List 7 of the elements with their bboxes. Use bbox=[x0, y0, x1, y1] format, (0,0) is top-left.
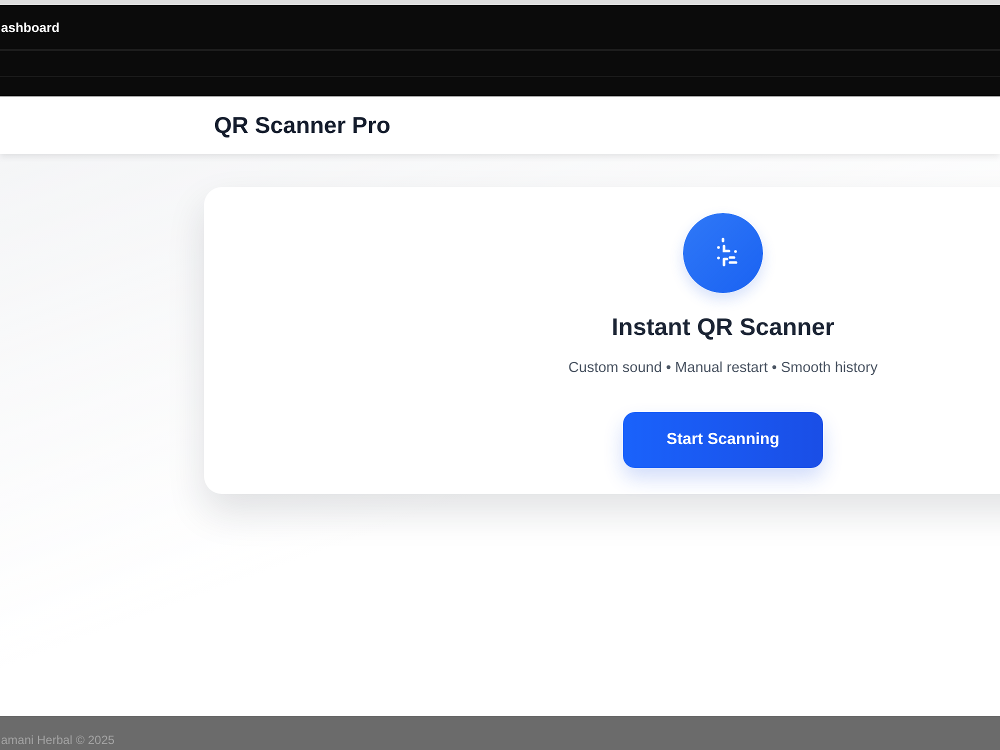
feature-list-text: Custom sound • Manual restart • Smooth history bbox=[568, 359, 878, 378]
start-scanning-button[interactable]: Start Scanning bbox=[623, 412, 823, 468]
dashboard-link[interactable]: ashboard bbox=[0, 20, 60, 35]
card-title: Instant QR Scanner bbox=[612, 313, 834, 343]
scanner-icon bbox=[683, 213, 763, 293]
app-title: QR Scanner Pro bbox=[214, 112, 390, 139]
copyright-text: amani Herbal © 2025 bbox=[0, 733, 115, 749]
